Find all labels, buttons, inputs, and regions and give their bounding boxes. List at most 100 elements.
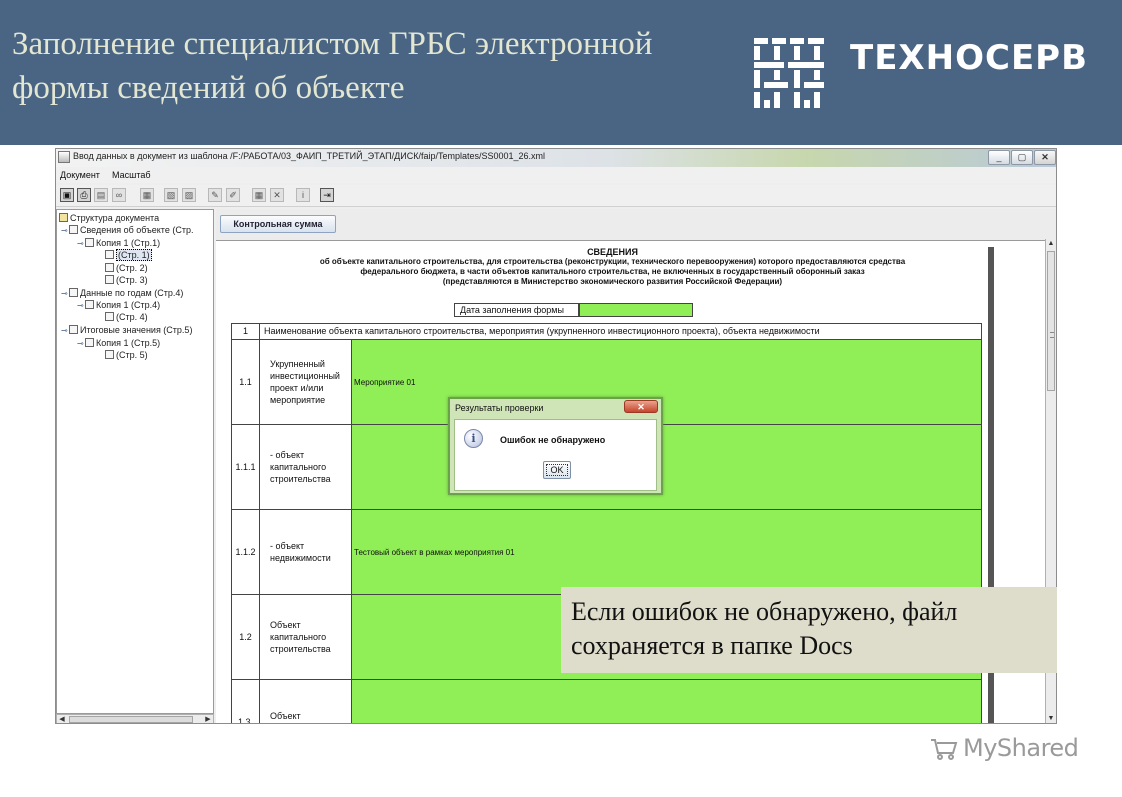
tree-item-copy-1-page-5[interactable]: ⊸ Копия 1 (Стр.5) xyxy=(77,337,160,349)
pen-icon[interactable]: ✎ xyxy=(208,188,222,202)
tree-horizontal-scrollbar[interactable]: ◀ ▶ xyxy=(56,714,214,723)
form-subtitle-3: (представляются в Министерство экономиче… xyxy=(442,277,783,286)
binoculars-icon[interactable]: ∞ xyxy=(112,188,126,202)
row-num: 1.1.1 xyxy=(232,425,260,509)
print-preview-icon[interactable]: ▤ xyxy=(94,188,108,202)
exit-icon[interactable]: ⇥ xyxy=(320,188,334,202)
scroll-down-icon[interactable]: ▼ xyxy=(1046,714,1056,723)
tree-item-totals[interactable]: ⊸ Итоговые значения (Стр.5) xyxy=(61,324,192,336)
tree-item-copy-1-page-4[interactable]: ⊸ Копия 1 (Стр.4) xyxy=(77,299,160,311)
table-header-row: 1 Наименование объекта капитального стро… xyxy=(231,323,982,340)
expand-icon[interactable]: ⊸ xyxy=(61,325,69,337)
folder-open-icon xyxy=(59,213,68,222)
scroll-thumb[interactable] xyxy=(1047,251,1055,391)
copy-node-icon xyxy=(85,338,94,347)
page-icon xyxy=(105,275,114,284)
menu-zoom[interactable]: Масштаб xyxy=(112,170,151,180)
window-title: Ввод данных в документ из шаблона /F:/РА… xyxy=(73,151,546,161)
slide-header: Заполнение специалистом ГРБС электронной… xyxy=(0,0,1122,145)
folder-icon xyxy=(69,325,78,334)
page-icon xyxy=(105,263,114,272)
info-icon: i xyxy=(464,429,483,448)
callout-line-1: Если ошибок не обнаружено, файл xyxy=(571,597,958,626)
tree-item-page-1[interactable]: (Стр. 1) xyxy=(105,249,152,261)
dialog-body: i Ошибок не обнаружено OK xyxy=(454,419,657,491)
row-name: Объект недвижимости xyxy=(260,680,352,723)
watermark-text: MyShared xyxy=(963,734,1079,762)
form-subtitle-1: об объекте капитального строительства, д… xyxy=(319,257,906,266)
paste-icon[interactable]: ▨ xyxy=(182,188,196,202)
app-icon xyxy=(58,151,70,163)
row-num: 1.1 xyxy=(232,340,260,424)
table-row: 1.3. Объект недвижимости xyxy=(231,680,982,723)
callout-box: Если ошибок не обнаружено, файл сохраняе… xyxy=(561,587,1057,673)
slide-title-line-1: Заполнение специалистом ГРБС электронной xyxy=(12,26,653,62)
menu-bar: Документ Масштаб xyxy=(56,167,1056,183)
grid-icon[interactable]: ▦ xyxy=(252,188,266,202)
expand-icon[interactable]: ⊸ xyxy=(77,338,85,350)
header-row-text: Наименование объекта капитального строит… xyxy=(264,326,820,336)
info-icon[interactable]: i xyxy=(296,188,310,202)
expand-icon[interactable]: ⊸ xyxy=(77,238,85,250)
slide-title-line-2: формы сведений об объекте xyxy=(12,70,405,106)
table-row: 1.1.2 - объект недвижимости Тестовый объ… xyxy=(231,510,982,595)
clear-icon[interactable]: ✐ xyxy=(226,188,240,202)
delete-icon[interactable]: ✕ xyxy=(270,188,284,202)
expand-icon[interactable]: ⊸ xyxy=(61,288,69,300)
expand-icon[interactable]: ⊸ xyxy=(77,300,85,312)
row-name: - объект недвижимости xyxy=(260,510,352,594)
tree-item-page-4[interactable]: (Стр. 4) xyxy=(105,311,148,323)
row-name: Объект капитального строительства xyxy=(260,595,352,679)
tree-item-structure[interactable]: Структура документа xyxy=(59,212,159,224)
dialog-close-button[interactable]: ✕ xyxy=(624,400,658,413)
form-heading: СВЕДЕНИЯ xyxy=(587,247,638,257)
window-titlebar[interactable]: Ввод данных в документ из шаблона /F:/РА… xyxy=(56,149,1056,167)
print-icon[interactable]: ⎙ xyxy=(77,188,91,202)
doc-icon[interactable]: ▦ xyxy=(140,188,154,202)
expand-icon[interactable]: ⊸ xyxy=(61,225,69,237)
checksum-button[interactable]: Контрольная сумма xyxy=(220,215,336,233)
row-num: 1.2 xyxy=(232,595,260,679)
date-label: Дата заполнения формы xyxy=(454,303,579,317)
row-value-field[interactable]: Мероприятие 01 xyxy=(352,340,981,424)
tree-item-page-5[interactable]: (Стр. 5) xyxy=(105,349,148,361)
form-header: СВЕДЕНИЯ об объекте капитального строите… xyxy=(231,247,994,287)
scroll-right-icon[interactable]: ▶ xyxy=(203,715,213,723)
date-field[interactable] xyxy=(579,303,693,317)
save-icon[interactable]: ▣ xyxy=(60,188,74,202)
page-icon xyxy=(105,250,114,259)
copy-icon[interactable]: ▧ xyxy=(164,188,178,202)
tree-item-copy-1-page-1[interactable]: ⊸ Копия 1 (Стр.1) xyxy=(77,237,160,249)
ok-button[interactable]: OK xyxy=(543,461,571,479)
logo-text: ТЕХНОСЕРВ xyxy=(850,38,1089,78)
dialog-title: Результаты проверки xyxy=(455,403,544,413)
row-name: - объект капитального строительства xyxy=(260,425,352,509)
slide-title: Заполнение специалистом ГРБС электронной… xyxy=(12,22,742,110)
row-num: 1.1.2 xyxy=(232,510,260,594)
scroll-up-icon[interactable]: ▲ xyxy=(1046,239,1056,249)
document-tree: Структура документа ⊸ Сведения об объекте… xyxy=(56,209,214,714)
scroll-thumb[interactable] xyxy=(69,716,193,723)
maximize-button[interactable]: ▢ xyxy=(1011,150,1033,165)
row-num: 1.3. xyxy=(232,680,260,723)
row-value-field[interactable] xyxy=(352,680,981,723)
grip-icon xyxy=(1050,332,1054,338)
results-dialog: Результаты проверки ✕ i Ошибок не обнару… xyxy=(448,397,663,495)
folder-icon xyxy=(69,225,78,234)
row-value-field[interactable] xyxy=(352,425,981,509)
copy-node-icon xyxy=(85,238,94,247)
minimize-button[interactable]: _ xyxy=(988,150,1010,165)
close-button[interactable]: ✕ xyxy=(1034,150,1056,165)
menu-document[interactable]: Документ xyxy=(60,170,100,180)
row-name: Укрупненный инвестиционный проект и/или … xyxy=(260,340,352,424)
tree-item-object-info[interactable]: ⊸ Сведения об объекте (Стр. xyxy=(61,224,193,236)
row-value-field[interactable]: Тестовый объект в рамках мероприятия 01 xyxy=(352,510,981,594)
callout-text: Если ошибок не обнаружено, файл сохраняе… xyxy=(571,595,1051,663)
tree-item-page-3[interactable]: (Стр. 3) xyxy=(105,274,148,286)
page-icon xyxy=(105,350,114,359)
dialog-message: Ошибок не обнаружено xyxy=(500,435,606,445)
tree-item-yearly-data[interactable]: ⊸ Данные по годам (Стр.4) xyxy=(61,287,183,299)
scroll-left-icon[interactable]: ◀ xyxy=(57,715,67,723)
page-icon xyxy=(105,312,114,321)
tree-item-page-2[interactable]: (Стр. 2) xyxy=(105,262,148,274)
